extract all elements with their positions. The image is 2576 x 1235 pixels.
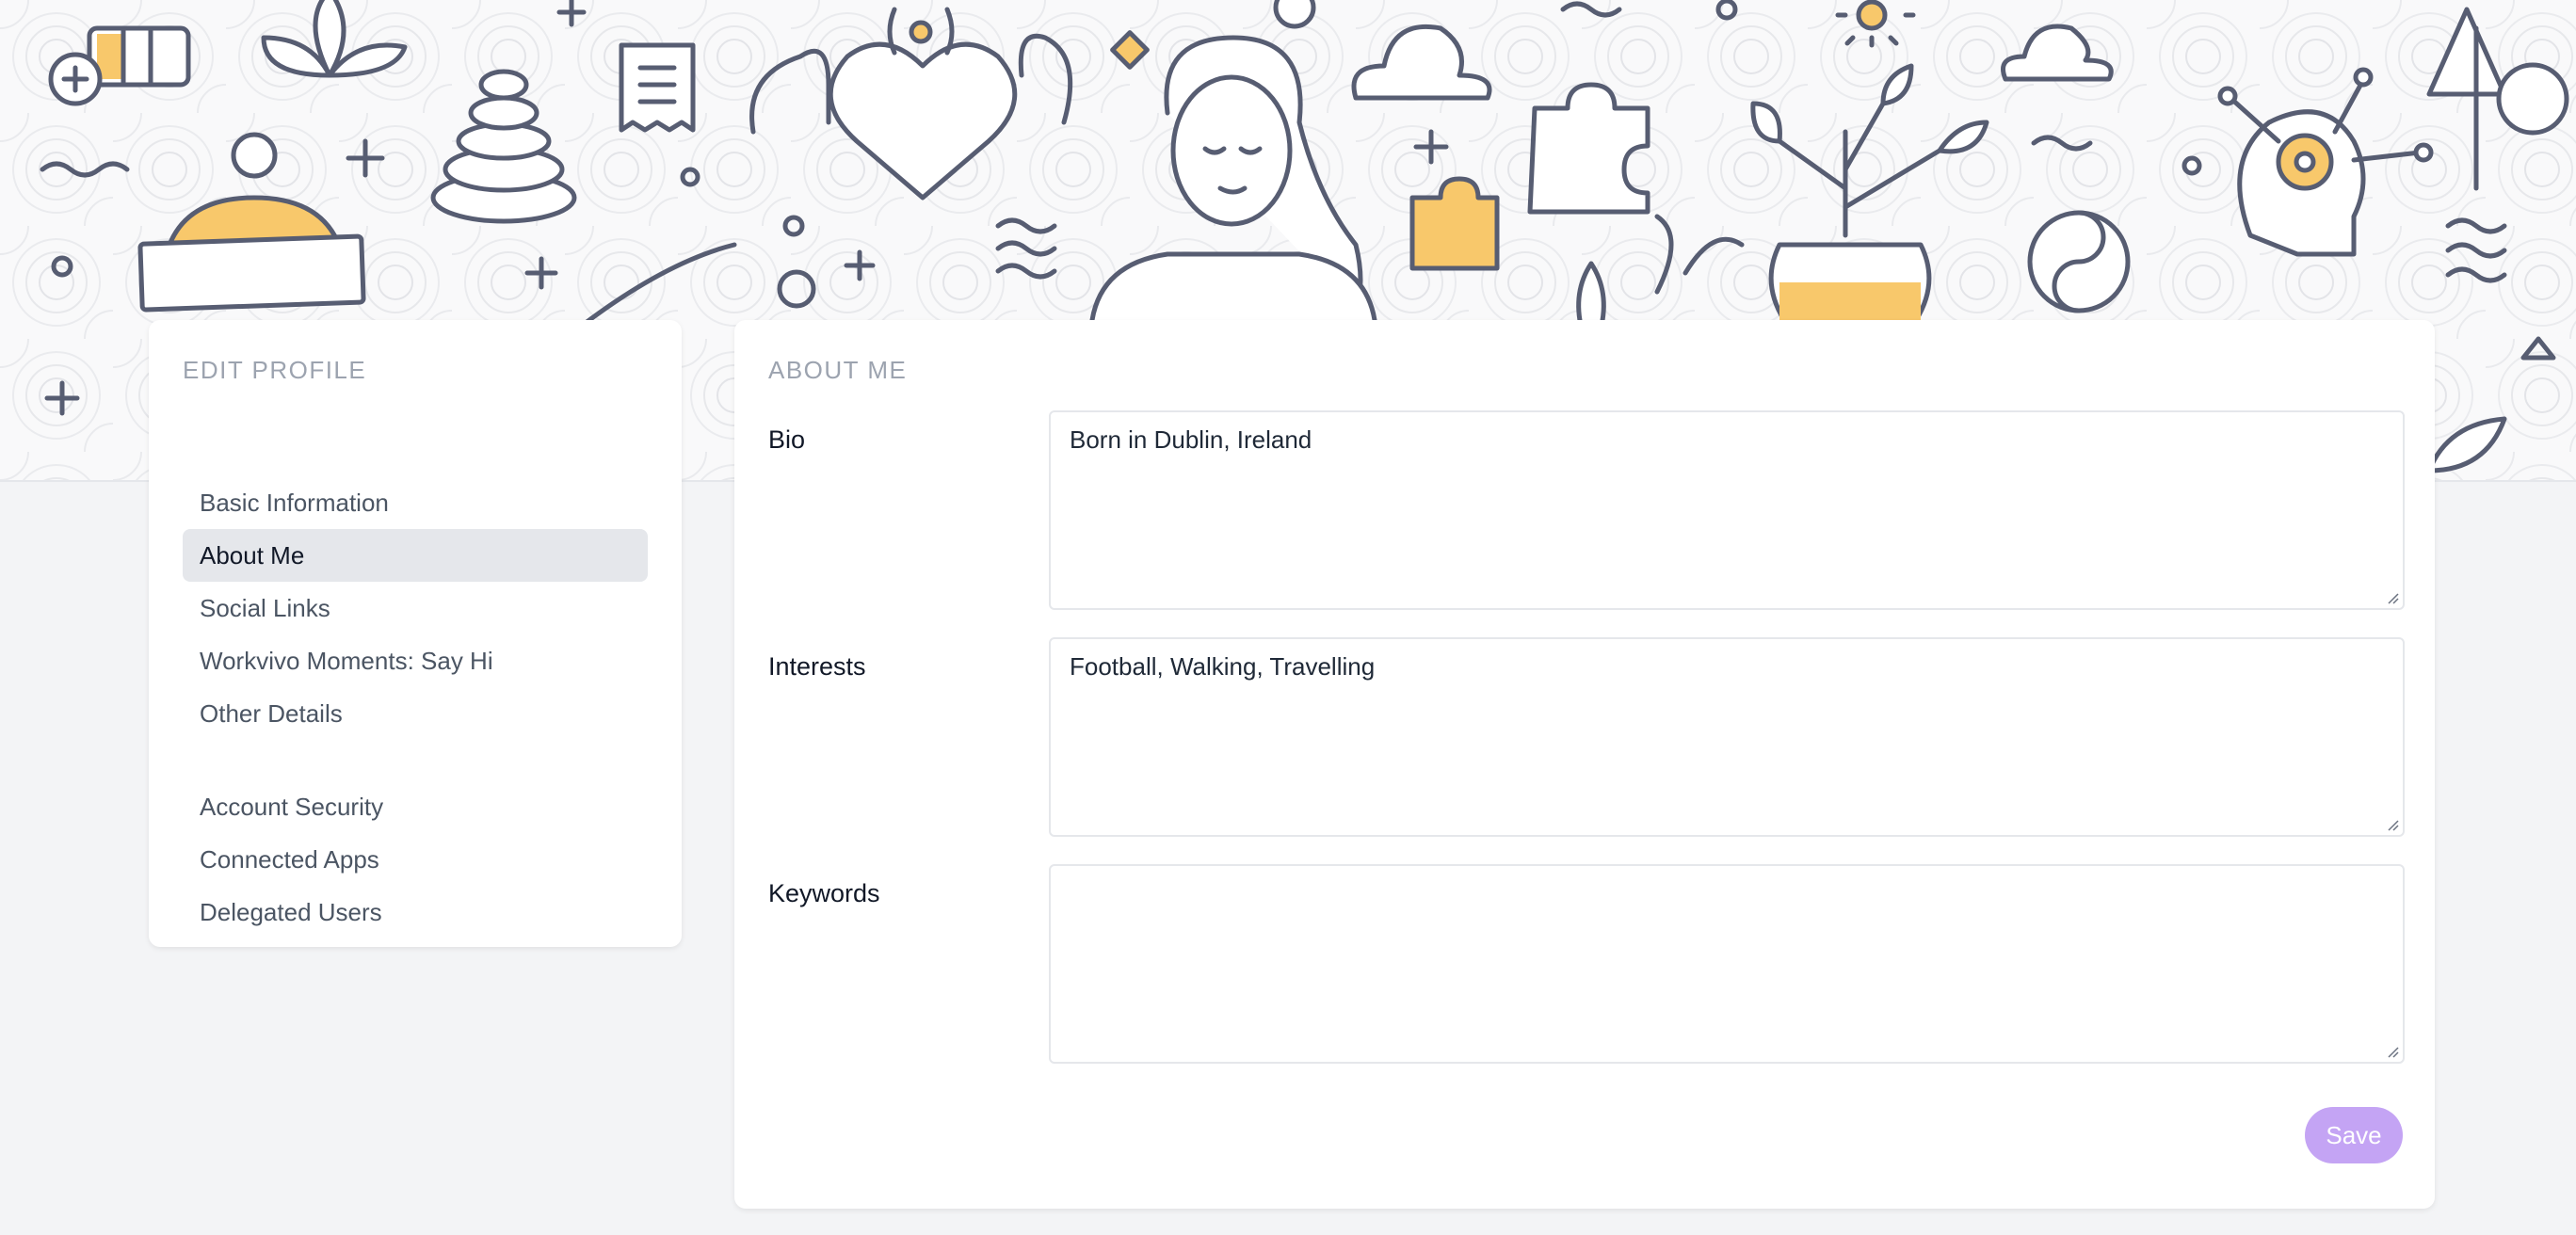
bio-textarea[interactable]: Born in Dublin, Ireland [1049,410,2405,610]
interests-textarea[interactable]: Football, Walking, Travelling [1049,637,2405,837]
nav-item-workvivo-moments[interactable]: Workvivo Moments: Say Hi [183,634,648,687]
resize-handle-icon[interactable] [2384,816,2399,831]
resize-handle-icon[interactable] [2384,1043,2399,1058]
bio-label: Bio [768,425,806,454]
keywords-label: Keywords [768,879,880,907]
nav-item-connected-apps[interactable]: Connected Apps [183,833,648,886]
edit-profile-panel: EDIT PROFILE Basic Information About Me … [149,320,682,947]
nav-item-account-security[interactable]: Account Security [183,780,648,833]
profile-nav: Basic Information About Me Social Links … [183,476,648,938]
interests-value: Football, Walking, Travelling [1070,652,1376,681]
resize-handle-icon[interactable] [2384,589,2399,604]
nav-item-delegated-users[interactable]: Delegated Users [183,886,648,938]
interests-label: Interests [768,652,866,681]
nav-item-basic-information[interactable]: Basic Information [183,476,648,529]
save-button[interactable]: Save [2305,1107,2403,1163]
bio-value: Born in Dublin, Ireland [1070,425,1312,454]
nav-item-social-links[interactable]: Social Links [183,582,648,634]
edit-profile-title: EDIT PROFILE [183,356,367,384]
about-me-title: ABOUT ME [768,356,908,384]
nav-item-about-me[interactable]: About Me [183,529,648,582]
about-me-panel: ABOUT ME Bio Born in Dublin, Ireland Int… [734,320,2435,1209]
nav-item-other-details[interactable]: Other Details [183,687,648,740]
keywords-textarea[interactable] [1049,864,2405,1064]
nav-divider-space [183,740,648,780]
